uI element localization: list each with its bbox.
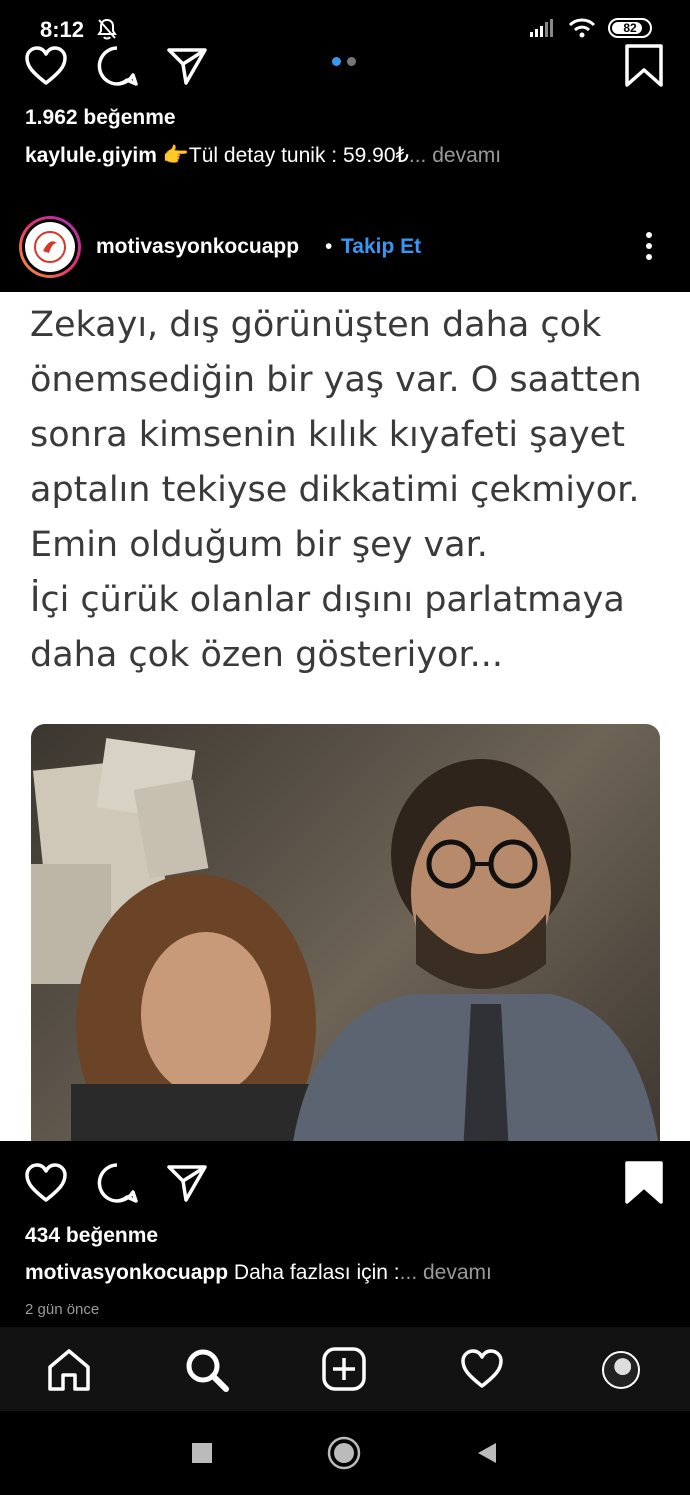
back-icon[interactable] <box>476 1441 498 1465</box>
follow-button[interactable]: Takip Et <box>341 235 421 259</box>
home-circle-icon[interactable] <box>327 1436 361 1470</box>
comment-icon[interactable] <box>96 45 138 87</box>
like-heart-icon[interactable] <box>24 46 68 86</box>
post2-caption-user[interactable]: motivasyonkocuapp <box>25 1261 228 1284</box>
quote-line: sonra kimsenin kılık kıyafeti şayet <box>30 415 625 455</box>
battery-level: 82 <box>623 21 637 35</box>
post2-avatar-logo <box>25 222 75 272</box>
post1-likes[interactable]: 1.962 beğenme <box>25 106 176 130</box>
post2-avatar[interactable] <box>19 216 81 278</box>
carousel-dot-1 <box>332 57 341 66</box>
post2-more-link[interactable]: ... devamı <box>400 1261 492 1284</box>
brand-logo-icon <box>34 231 66 263</box>
quote-text: Zekayı, dış görünüşten daha çok önemsediğ… <box>30 298 680 683</box>
post2-photo <box>31 724 660 1141</box>
post1-caption[interactable]: kaylule.giyim 👉Tül detay tunik : 59.90₺.… <box>25 143 501 168</box>
post2-separator: • <box>325 235 333 258</box>
carousel-indicator <box>332 57 356 66</box>
bottom-nav <box>0 1327 690 1411</box>
quote-line: daha çok özen gösteriyor... <box>30 635 504 675</box>
post2-username[interactable]: motivasyonkocuapp <box>96 235 299 259</box>
post1-caption-text: 👉Tül detay tunik : 59.90₺ <box>156 144 409 167</box>
profile-avatar[interactable] <box>602 1351 640 1389</box>
system-nav-bar <box>0 1411 690 1495</box>
activity-heart-icon[interactable] <box>460 1349 504 1389</box>
home-icon[interactable] <box>46 1347 92 1391</box>
post2-likes[interactable]: 434 beğenme <box>25 1224 158 1248</box>
share-icon[interactable] <box>166 46 208 86</box>
wifi-icon <box>568 18 596 38</box>
post2-action-row <box>0 1157 690 1207</box>
quote-line: Emin olduğum bir şey var. <box>30 525 488 565</box>
quote-line: önemsediğin bir yaş var. O saatten <box>30 360 642 400</box>
post2-caption[interactable]: motivasyonkocuapp Daha fazlası için :...… <box>25 1261 492 1285</box>
post2-caption-text: Daha fazlası için : <box>228 1261 400 1284</box>
recent-apps-icon[interactable] <box>192 1443 212 1463</box>
post2-image[interactable]: Zekayı, dış görünüşten daha çok önemsediğ… <box>0 292 690 1141</box>
signal-icon <box>530 19 553 37</box>
like-heart-icon[interactable] <box>24 1163 68 1203</box>
share-icon[interactable] <box>166 1163 208 1203</box>
comment-icon[interactable] <box>96 1162 138 1204</box>
silent-bell-icon <box>97 18 117 40</box>
quote-line: Zekayı, dış görünüşten daha çok <box>30 305 602 345</box>
post2-header: motivasyonkocuapp • Takip Et <box>0 212 690 284</box>
saved-bookmark-icon[interactable] <box>624 1161 664 1205</box>
more-options-icon[interactable] <box>646 232 654 265</box>
battery-indicator: 82 <box>608 18 652 38</box>
post2-time-ago: 2 gün önce <box>25 1301 100 1318</box>
search-icon[interactable] <box>184 1347 230 1393</box>
add-post-icon[interactable] <box>322 1347 366 1391</box>
save-bookmark-icon[interactable] <box>624 44 664 88</box>
carousel-dot-2 <box>347 57 356 66</box>
quote-line: aptalın tekiyse dikkatimi çekmiyor. <box>30 470 640 510</box>
quote-line: İçi çürük olanlar dışını parlatmaya <box>30 580 625 620</box>
post1-more-link[interactable]: ... devamı <box>409 144 501 167</box>
post1-caption-user[interactable]: kaylule.giyim <box>25 144 157 167</box>
